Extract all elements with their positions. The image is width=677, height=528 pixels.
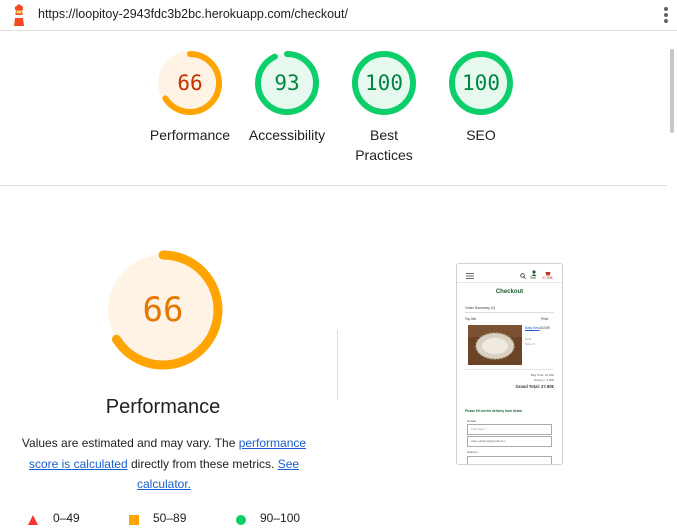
gauge-best-practices[interactable]: 100: [351, 50, 417, 116]
desc-text-1: Values are estimated and may vary. The: [21, 436, 239, 450]
fail-triangle-icon: [28, 515, 38, 525]
label-accessibility[interactable]: Accessibility: [232, 125, 342, 145]
legend-average-range: 50–89: [153, 511, 187, 525]
vertical-separator: [337, 330, 338, 400]
performance-description: Values are estimated and may vary. The p…: [14, 433, 314, 495]
preview-delivery-field[interactable]: [467, 456, 552, 464]
score-best-practices: 100: [365, 71, 403, 95]
scrollbar[interactable]: [667, 31, 677, 528]
search-icon: [520, 273, 526, 279]
preview-order-summary: Order Summary (1): [465, 306, 496, 310]
preview-col-price: Price: [541, 317, 549, 321]
preview-delivery-label: Delivery: [467, 450, 478, 454]
label-best-practices-line1: Best: [369, 127, 398, 143]
browser-toolbar: https://loopitoy-2943fdc3b2bc.herokuapp.…: [0, 0, 677, 31]
preview-details-label: Details: [467, 419, 477, 423]
performance-heading: Performance: [105, 396, 221, 418]
preview-page-heading: Checkout: [495, 289, 524, 295]
preview-rule-2: [465, 369, 554, 370]
preview-rule-1: [465, 312, 554, 313]
label-performance[interactable]: Performance: [135, 125, 245, 145]
section-divider: [0, 185, 667, 186]
menu-icon: [466, 273, 474, 279]
label-seo[interactable]: SEO: [426, 125, 536, 145]
pass-circle-icon: [236, 515, 246, 525]
gauge-accessibility[interactable]: 93: [254, 50, 320, 116]
gauge-performance[interactable]: 66: [157, 50, 223, 116]
preview-product-image: [468, 325, 522, 365]
preview-fullname-field[interactable]: Full Name *: [467, 424, 552, 435]
preview-email-field[interactable]: sales.gullions@gmail.com: [467, 436, 552, 447]
label-best-practices-line2: Practices: [355, 147, 413, 163]
score-seo: 100: [462, 71, 500, 95]
preview-basket-total: 27.80€: [542, 276, 553, 280]
preview-item-meta-1: Gold: [525, 337, 532, 341]
score-performance: 66: [177, 71, 203, 95]
preview-account-label: Sell: [530, 276, 536, 280]
preview-email-value: sales.gullions@gmail.com: [471, 439, 506, 443]
preview-item-price: 24.00€: [540, 326, 550, 330]
preview-fullname-placeholder: Full Name *: [471, 427, 487, 431]
preview-bag-total: Bag Total: 24.00€: [530, 373, 554, 377]
gauge-performance-large: 66: [103, 250, 223, 370]
preview-col-item: Toy Info: [465, 317, 477, 321]
legend-pass-range: 90–100: [260, 511, 301, 525]
preview-item-meta-2: Size: N: [525, 342, 535, 346]
lighthouse-logo-icon: [14, 4, 24, 26]
label-best-practices[interactable]: Best Practices: [329, 125, 439, 165]
score-accessibility: 93: [274, 71, 300, 95]
preview-form-prompt: Please fill out the delivery form below: [465, 409, 523, 413]
preview-grand-total: Grand Total: 27.80€: [515, 384, 554, 389]
more-options-icon[interactable]: [663, 6, 669, 24]
legend-fail-range: 0–49: [53, 511, 80, 525]
preview-item-name[interactable]: Baby Nest: [525, 326, 540, 330]
average-square-icon: [129, 515, 139, 525]
scrollbar-thumb[interactable]: [670, 49, 674, 133]
url-text: https://loopitoy-2943fdc3b2bc.herokuapp.…: [38, 7, 348, 21]
desc-text-2: directly from these metrics.: [127, 456, 278, 471]
gauge-seo[interactable]: 100: [448, 50, 514, 116]
final-screenshot-preview[interactable]: Sell 27.80€ Checkout Order Summary (1) T…: [456, 263, 563, 465]
preview-header-border: [457, 282, 562, 283]
score-performance-large: 66: [142, 290, 184, 330]
preview-delivery: Delivery: 3.80€: [533, 378, 554, 382]
